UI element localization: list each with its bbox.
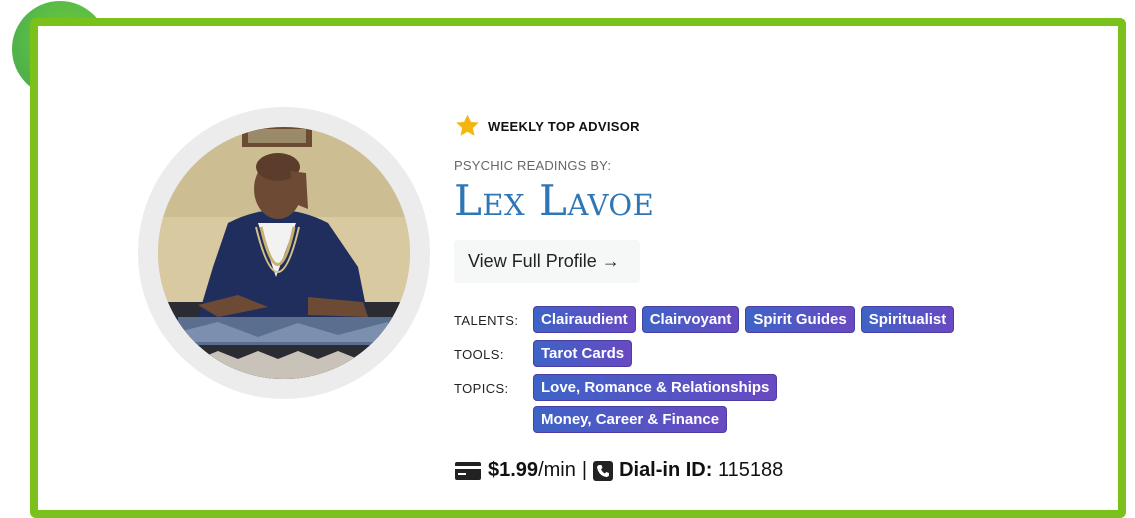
talent-chip[interactable]: Spiritualist (860, 306, 955, 333)
talent-chip[interactable]: Clairaudient (533, 306, 636, 333)
topics-chips-row-2: Money, Career & Finance (533, 406, 728, 433)
talents-chips: Clairaudient Clairvoyant Spirit Guides S… (533, 306, 955, 333)
star-icon (456, 114, 479, 136)
advisor-name[interactable]: Lex Lavoe (454, 176, 654, 225)
tools-label: TOOLS: (454, 347, 504, 362)
advisor-photo[interactable] (158, 127, 410, 379)
pricing-row: $1.99/min | Dial-in ID: 115188 (454, 459, 783, 482)
tool-chip[interactable]: Tarot Cards (533, 340, 633, 367)
weekly-top-badge: WEEKLY TOP ADVISOR (454, 113, 640, 139)
topics-label: TOPICS: (454, 381, 509, 396)
dial-in-id: 115188 (717, 459, 784, 481)
topic-chip[interactable]: Love, Romance & Relationships (533, 374, 778, 401)
talents-label: TALENTS: (454, 313, 519, 328)
badge-label: WEEKLY TOP ADVISOR (488, 118, 640, 134)
dial-in-label: Dial-in ID: (619, 459, 713, 481)
talent-chip[interactable]: Spirit Guides (745, 306, 855, 333)
price-value: $1.99 (488, 459, 539, 481)
credit-card-icon (455, 461, 481, 480)
phone-icon (593, 460, 614, 481)
topic-chip[interactable]: Money, Career & Finance (533, 406, 728, 433)
talent-chip[interactable]: Clairvoyant (641, 306, 740, 333)
advisor-photo-image (158, 127, 410, 379)
tools-chips: Tarot Cards (533, 340, 633, 367)
readings-by-label: PSYCHIC READINGS BY: (454, 158, 612, 173)
price-unit: /min (538, 459, 576, 481)
price-separator: | (581, 459, 588, 481)
view-full-profile-button[interactable]: View Full Profile → (454, 240, 640, 283)
topics-chips-row-1: Love, Romance & Relationships (533, 374, 778, 401)
